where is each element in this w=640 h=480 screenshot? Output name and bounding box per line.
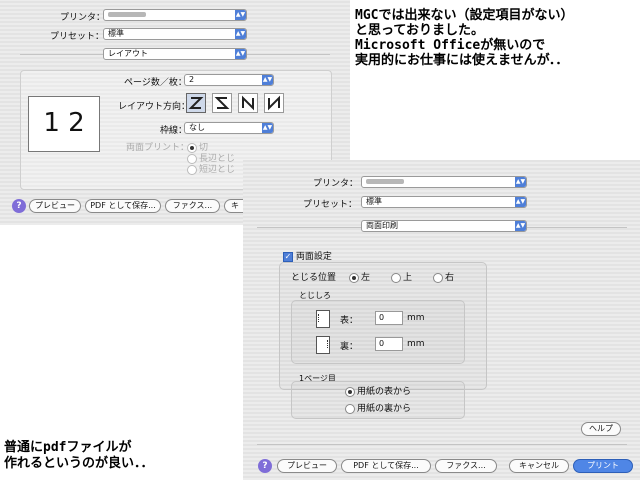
preset-label: プリセット： — [50, 32, 105, 42]
first-page-back-radio[interactable]: 用紙の裏から — [345, 401, 411, 414]
print-button[interactable]: プリント — [573, 459, 633, 473]
front-margin-unit: mm — [407, 313, 425, 323]
front-page-icon — [316, 310, 330, 328]
front-margin-input[interactable]: 0 — [375, 311, 403, 325]
preset-select[interactable]: 標準 ▲▼ — [103, 28, 247, 40]
preset-value: 標準 — [108, 29, 124, 38]
preset-value: 標準 — [366, 197, 382, 206]
duplex-print-label: 両面プリント： — [126, 143, 190, 153]
direction-z-button[interactable] — [186, 93, 206, 113]
preview-button[interactable]: プレビュー — [277, 459, 337, 473]
comment-bottom: 普通にpdfファイルが 作れるというのが良い．． — [4, 440, 154, 472]
binding-position-label: とじる位置 — [291, 273, 337, 283]
page-preview: 1 2 — [28, 96, 100, 152]
radio-icon — [345, 386, 355, 397]
border-label: 枠線： — [160, 126, 188, 136]
duplex-option-short[interactable]: 短辺とじ — [187, 162, 235, 175]
binding-option-label: 右 — [445, 273, 455, 283]
binding-left-radio[interactable]: 左 — [349, 270, 370, 283]
radio-icon — [349, 272, 359, 283]
save-as-pdf-button[interactable]: PDF として保存... — [85, 199, 161, 213]
panel-value: 両面印刷 — [366, 221, 398, 230]
direction-reverse-n-icon — [268, 95, 280, 111]
direction-s-button[interactable] — [212, 93, 232, 113]
select-arrows-icon: ▲▼ — [262, 123, 273, 133]
panel-value: レイアウト — [108, 49, 148, 58]
comment-line: 作れるというのが良い．． — [4, 456, 154, 471]
border-value: なし — [189, 123, 205, 132]
printer-select[interactable]: ▲▼ — [103, 9, 247, 21]
panel-select[interactable]: レイアウト ▲▼ — [103, 48, 247, 60]
comment-line: Microsoft Officeが無いので — [355, 38, 546, 53]
back-margin-label: 裏： — [340, 342, 359, 352]
preset-label: プリセット： — [303, 200, 358, 210]
front-margin-label: 表： — [340, 316, 359, 326]
back-margin-input[interactable]: 0 — [375, 337, 403, 351]
select-arrows-icon: ▲▼ — [515, 221, 526, 231]
radio-icon — [187, 164, 197, 175]
comment-line: MGCでは出来ない（設定項目がない） — [355, 8, 574, 23]
direction-s-icon — [214, 97, 230, 109]
fax-button[interactable]: ファクス... — [435, 459, 497, 473]
preview-button[interactable]: プレビュー — [29, 199, 81, 213]
back-margin-unit: mm — [407, 339, 425, 349]
comment-top: MGCでは出来ない（設定項目がない） と思っておりました。 Microsoft … — [355, 8, 573, 68]
direction-n-button[interactable] — [238, 93, 258, 113]
duplex-checkbox-label: 両面設定 — [295, 252, 332, 262]
direction-z-icon — [188, 97, 204, 109]
printer-name-redacted — [108, 12, 146, 17]
help-button[interactable]: ヘルプ — [581, 422, 621, 436]
back-page-icon — [316, 336, 330, 354]
fax-button[interactable]: ファクス... — [165, 199, 220, 213]
cancel-button[interactable]: キャンセル — [509, 459, 569, 473]
binding-top-radio[interactable]: 上 — [391, 270, 412, 283]
printer-label: プリンタ： — [60, 13, 106, 23]
layout-direction-label: レイアウト方向： — [118, 102, 191, 112]
select-arrows-icon: ▲▼ — [235, 49, 246, 59]
binding-option-label: 左 — [361, 273, 371, 283]
duplex-option-label: 短辺とじ — [199, 165, 236, 175]
preset-select[interactable]: 標準 ▲▼ — [361, 196, 527, 208]
direction-n-icon — [242, 95, 254, 111]
comment-line: 実用的にお仕事には使えませんが．． — [355, 53, 569, 68]
printer-label: プリンタ： — [313, 179, 359, 189]
select-arrows-icon: ▲▼ — [262, 75, 273, 85]
select-arrows-icon: ▲▼ — [235, 29, 246, 39]
first-page-front-radio[interactable]: 用紙の表から — [345, 384, 411, 397]
select-arrows-icon: ▲▼ — [515, 177, 526, 187]
printer-select[interactable]: ▲▼ — [361, 176, 527, 188]
binding-right-radio[interactable]: 右 — [433, 270, 454, 283]
comment-line: 普通にpdfファイルが — [4, 440, 132, 455]
pages-per-sheet-label: ページ数／枚： — [124, 78, 187, 88]
pages-per-sheet-value: 2 — [189, 75, 195, 84]
help-icon[interactable]: ? — [12, 199, 26, 213]
radio-icon — [433, 272, 443, 283]
direction-reverse-n-button[interactable] — [264, 93, 284, 113]
checkmark-icon: ✓ — [283, 251, 293, 262]
comment-line: と思っておりました。 — [355, 23, 484, 38]
first-page-option-label: 用紙の表から — [357, 387, 412, 397]
radio-icon — [345, 403, 355, 414]
radio-icon — [391, 272, 401, 283]
duplex-checkbox[interactable]: ✓ 両面設定 — [283, 249, 332, 262]
first-page-option-label: 用紙の裏から — [357, 404, 412, 414]
print-dialog-duplex: プリンタ： ▲▼ プリセット： 標準 ▲▼ 両面印刷 ▲▼ ✓ 両面設定 とじる位置… — [243, 160, 640, 480]
save-as-pdf-button[interactable]: PDF として保存... — [341, 459, 431, 473]
divider — [257, 444, 627, 445]
pages-per-sheet-select[interactable]: 2 ▲▼ — [184, 74, 274, 86]
border-select[interactable]: なし ▲▼ — [184, 122, 274, 134]
panel-select[interactable]: 両面印刷 ▲▼ — [361, 220, 527, 232]
select-arrows-icon: ▲▼ — [515, 197, 526, 207]
help-icon[interactable]: ? — [258, 459, 272, 473]
printer-name-redacted — [366, 179, 404, 184]
binding-option-label: 上 — [403, 273, 413, 283]
select-arrows-icon: ▲▼ — [235, 10, 246, 20]
